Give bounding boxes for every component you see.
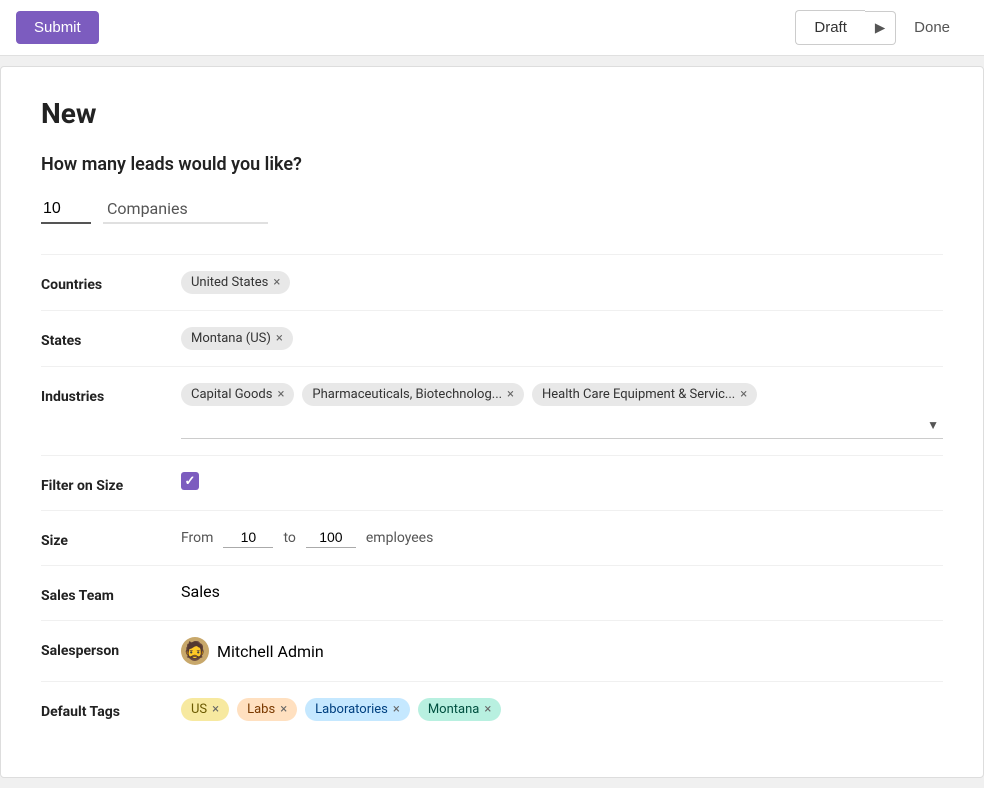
default-tag-montana-label: Montana [428, 702, 480, 717]
industry-tag-health-care: Health Care Equipment & Servic... × [532, 383, 757, 406]
chevron-down-icon: ▼ [927, 418, 939, 432]
filter-on-size-checkbox[interactable] [181, 472, 199, 490]
industry-tag-pharma: Pharmaceuticals, Biotechnolog... × [302, 383, 524, 406]
industry-tag-capital-goods: Capital Goods × [181, 383, 294, 406]
default-tag-labs: Labs × [237, 698, 297, 721]
default-tags-label: Default Tags [41, 698, 181, 720]
industry-tag-label: Health Care Equipment & Servic... [542, 387, 735, 402]
countries-row: Countries United States × [41, 254, 943, 310]
size-to-label: to [283, 530, 295, 546]
sales-team-label: Sales Team [41, 582, 181, 604]
state-tag-remove[interactable]: × [276, 332, 283, 345]
leads-type: Companies [103, 195, 268, 224]
country-tag-united-states: United States × [181, 271, 290, 294]
default-tag-labs-label: Labs [247, 702, 275, 717]
default-tag-us-label: US [191, 702, 207, 717]
size-to-input[interactable] [306, 527, 356, 548]
industry-tag-label: Capital Goods [191, 387, 272, 402]
top-bar: Submit Draft ▶ Done [0, 0, 984, 56]
draft-dropdown-arrow[interactable]: ▶ [865, 11, 896, 45]
size-employees-label: employees [366, 530, 433, 546]
main-card: New How many leads would you like? Compa… [0, 66, 984, 778]
section-question: How many leads would you like? [41, 154, 943, 175]
page-title: New [41, 97, 943, 130]
size-row: Size From to employees [41, 510, 943, 565]
countries-label: Countries [41, 271, 181, 293]
industries-container: Capital Goods × Pharmaceuticals, Biotech… [181, 383, 943, 439]
size-value: From to employees [181, 527, 943, 548]
size-from-label: From [181, 530, 213, 546]
salesperson-row: Salesperson 🧔 Mitchell Admin [41, 620, 943, 681]
filter-on-size-row: Filter on Size [41, 455, 943, 510]
status-group: Draft ▶ Done [795, 10, 968, 45]
submit-button[interactable]: Submit [16, 11, 99, 44]
states-label: States [41, 327, 181, 349]
states-value: Montana (US) × [181, 327, 943, 350]
industry-tag-remove[interactable]: × [507, 388, 514, 401]
default-tag-laboratories: Laboratories × [305, 698, 410, 721]
industries-tags: Capital Goods × Pharmaceuticals, Biotech… [181, 383, 943, 406]
draft-button[interactable]: Draft [795, 10, 865, 45]
chevron-right-icon: ▶ [875, 20, 885, 36]
sales-team-name: Sales [181, 582, 220, 601]
avatar-emoji: 🧔 [184, 641, 206, 662]
size-label: Size [41, 527, 181, 549]
size-from-input[interactable] [223, 527, 273, 548]
state-tag-label: Montana (US) [191, 331, 271, 346]
done-button[interactable]: Done [896, 11, 968, 44]
country-tag-remove[interactable]: × [273, 276, 280, 289]
leads-count-input[interactable] [41, 196, 91, 224]
salesperson-value: 🧔 Mitchell Admin [181, 637, 943, 665]
salesperson-label: Salesperson [41, 637, 181, 659]
leads-row: Companies [41, 195, 943, 224]
default-tags-row: Default Tags US × Labs × Laboratories × … [41, 681, 943, 737]
filter-on-size-label: Filter on Size [41, 472, 181, 494]
default-tag-laboratories-label: Laboratories [315, 702, 388, 717]
avatar: 🧔 [181, 637, 209, 665]
salesperson-name: Mitchell Admin [217, 642, 324, 661]
default-tag-us: US × [181, 698, 229, 721]
states-row: States Montana (US) × [41, 310, 943, 366]
default-tag-montana: Montana × [418, 698, 501, 721]
size-inputs: From to employees [181, 527, 433, 548]
sales-team-row: Sales Team Sales [41, 565, 943, 620]
industry-tag-label: Pharmaceuticals, Biotechnolog... [312, 387, 502, 402]
industries-label: Industries [41, 383, 181, 405]
filter-on-size-value [181, 472, 943, 490]
industries-dropdown[interactable]: ▼ [181, 412, 943, 439]
state-tag-montana: Montana (US) × [181, 327, 293, 350]
countries-value: United States × [181, 271, 943, 294]
sales-team-value: Sales [181, 582, 943, 601]
salesperson-info: 🧔 Mitchell Admin [181, 637, 324, 665]
industry-tag-remove[interactable]: × [277, 388, 284, 401]
form-section: Countries United States × States Montana… [41, 254, 943, 737]
country-tag-label: United States [191, 275, 268, 290]
industry-tag-remove[interactable]: × [740, 388, 747, 401]
industries-row: Industries Capital Goods × Pharmaceutica… [41, 366, 943, 455]
default-tags-value: US × Labs × Laboratories × Montana × [181, 698, 943, 721]
